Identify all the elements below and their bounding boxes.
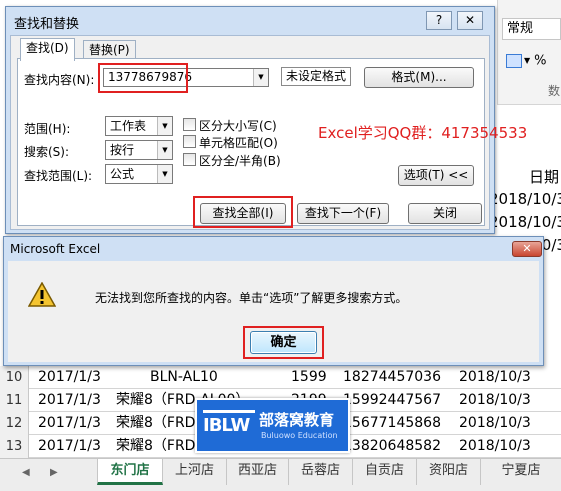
match-case-label[interactable]: 区分大小写(C) [199, 117, 277, 134]
close-icon[interactable]: ✕ [457, 11, 483, 30]
sheet-tab[interactable]: 自贡店 [353, 459, 417, 485]
table-row: 10 2017/1/3 BLN-AL10 1599 18274457036 20… [0, 366, 561, 389]
chevron-down-icon[interactable]: ▼ [157, 141, 172, 159]
chevron-down-icon[interactable]: ▼ [253, 69, 268, 86]
row-header[interactable]: 13 [0, 435, 29, 458]
find-what-label: 查找内容(N): [24, 73, 95, 87]
sheet-tab[interactable]: 上河店 [163, 459, 227, 485]
date-cell[interactable]: 2017/1/3 [38, 412, 118, 435]
search-select[interactable]: 按行 ▼ [105, 140, 173, 160]
dialog-titlebar[interactable]: 查找和替换 ? ✕ [6, 7, 494, 35]
warning-icon [27, 281, 57, 308]
find-next-button[interactable]: 查找下一个(F) [297, 203, 389, 224]
ok-highlight [243, 326, 324, 359]
match-entire-cell-label[interactable]: 单元格匹配(O) [199, 134, 278, 151]
phone-cell[interactable]: 15992447567 [343, 389, 453, 412]
date-header-fragment: 日期 [528, 168, 559, 186]
match-width-checkbox[interactable] [183, 153, 196, 166]
accounting-format-icon[interactable] [506, 54, 522, 68]
brand-name: 部落窝教育 [259, 411, 335, 429]
within-value: 工作表 [110, 119, 147, 133]
options-button[interactable]: 选项(T) << [398, 165, 474, 186]
chevron-down-icon[interactable]: ▼ [157, 117, 172, 135]
not-found-message-box: Microsoft Excel ✕ 无法找到您所查找的内容。单击“选项”了解更多… [3, 236, 544, 366]
brand-logo-mark: IBLW [203, 410, 255, 444]
row-header[interactable]: 11 [0, 389, 29, 412]
match-case-checkbox[interactable] [183, 118, 196, 131]
chevron-down-icon[interactable]: ▼ [524, 56, 530, 65]
find-what-highlight [98, 63, 188, 93]
find-all-highlight [193, 196, 293, 228]
not-found-message: 无法找到您所查找的内容。单击“选项”了解更多搜索方式。 [95, 291, 408, 305]
tab-find[interactable]: 查找(D) [20, 38, 75, 61]
look-in-label: 查找范围(L): [24, 169, 93, 183]
format-button[interactable]: 格式(M)... [364, 67, 474, 88]
sheet-tab-bar: ◀ ▶ 东门店 上河店 西亚店 岳蓉店 自贡店 资阳店 宁夏店 [0, 458, 561, 491]
close-icon[interactable]: ✕ [512, 241, 542, 257]
price-cell[interactable]: 1599 [291, 366, 346, 389]
ribbon-number-group: 常规 ▼% 数 [497, 0, 561, 105]
number-format-dropdown[interactable]: 常规 [502, 18, 561, 40]
sheet-tab[interactable]: 宁夏店 [481, 459, 561, 485]
sheet-tab[interactable]: 岳蓉店 [289, 459, 353, 485]
within-select[interactable]: 工作表 ▼ [105, 116, 173, 136]
match-width-label[interactable]: 区分全/半角(B) [199, 152, 281, 169]
phone-cell[interactable]: 15677145868 [343, 412, 453, 435]
chevron-down-icon[interactable]: ▼ [157, 165, 172, 183]
scroll-tabs-right-icon[interactable]: ▶ [50, 467, 58, 478]
row-header[interactable]: 10 [0, 366, 29, 389]
search-label: 搜索(S): [24, 145, 70, 159]
number-group-label: 数 [548, 84, 561, 98]
look-in-value: 公式 [110, 167, 135, 181]
ship-date-cell[interactable]: 2018/10/3 [459, 366, 559, 389]
date-cell[interactable]: 2018/10/3 [489, 213, 561, 231]
ship-date-cell[interactable]: 2018/10/3 [459, 435, 559, 458]
close-button[interactable]: 关闭 [408, 203, 482, 224]
date-cell[interactable]: 2018/10/3 [489, 190, 561, 208]
brand-subtitle: Buluowo Education [261, 431, 338, 440]
ship-date-cell[interactable]: 2018/10/3 [459, 412, 559, 435]
search-value: 按行 [110, 143, 135, 157]
date-cell[interactable]: 2017/1/3 [38, 366, 118, 389]
date-cell[interactable]: 2017/1/3 [38, 389, 118, 412]
percent-style-button[interactable]: % [534, 54, 546, 69]
sheet-tab-active[interactable]: 东门店 [97, 459, 163, 485]
within-label: 范围(H): [24, 122, 71, 136]
date-cell[interactable]: 2017/1/3 [38, 435, 118, 458]
format-preview: 未设定格式 [281, 67, 351, 86]
match-entire-cell-checkbox[interactable] [183, 135, 196, 148]
sheet-tab[interactable]: 资阳店 [417, 459, 481, 485]
message-box-body: 无法找到您所查找的内容。单击“选项”了解更多搜索方式。 确定 [8, 261, 539, 362]
brand-watermark: IBLW 部落窝教育 Buluowo Education [195, 398, 350, 453]
ship-date-cell[interactable]: 2018/10/3 [459, 389, 559, 412]
row-header[interactable]: 12 [0, 412, 29, 435]
phone-cell[interactable]: 18274457036 [343, 366, 453, 389]
scroll-tabs-left-icon[interactable]: ◀ [22, 467, 30, 478]
qq-group-annotation: Excel学习QQ群：417354533 [318, 124, 528, 142]
dialog-title: 查找和替换 [14, 17, 80, 32]
ribbon-icon-row: ▼% [506, 50, 561, 72]
look-in-select[interactable]: 公式 ▼ [105, 164, 173, 184]
sheet-tab[interactable]: 西亚店 [227, 459, 289, 485]
message-box-title: Microsoft Excel [10, 242, 101, 256]
help-button[interactable]: ? [426, 11, 452, 30]
phone-cell[interactable]: 13820648582 [343, 435, 453, 458]
find-replace-dialog: 查找和替换 ? ✕ 查找(D) 替换(P) 查找内容(N): 137786798… [5, 6, 495, 234]
